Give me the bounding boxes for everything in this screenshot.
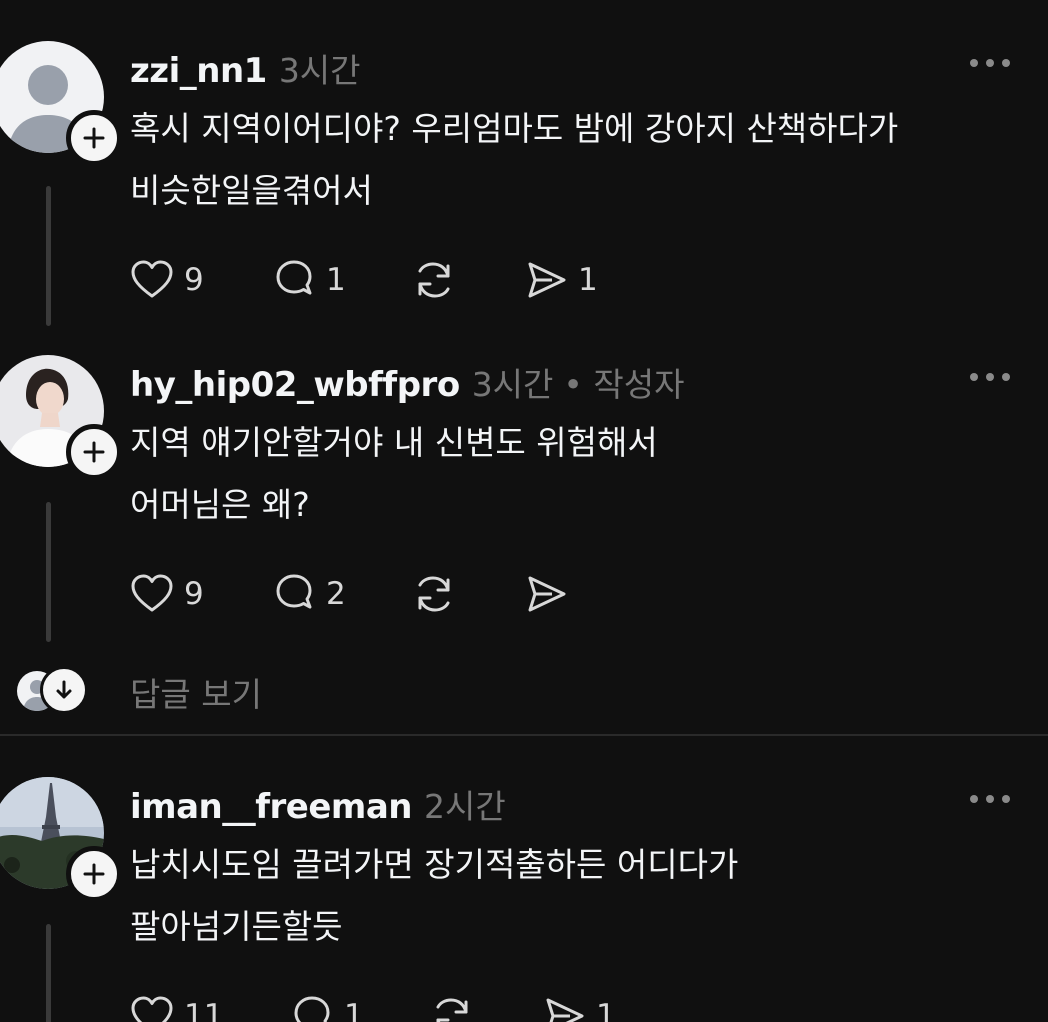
more-options-button[interactable] <box>970 57 1010 69</box>
arrow-down-icon <box>40 666 88 714</box>
thread-line <box>46 502 51 642</box>
comment-text: 납치시도임 끌려가면 장기적출하든 어디다가 팔아넘기든할듯 <box>130 834 1010 958</box>
divider <box>0 734 1048 736</box>
share-button[interactable] <box>522 570 598 618</box>
reply-count: 1 <box>326 262 346 298</box>
comment-line: 납치시도임 끌려가면 장기적출하든 어디다가 <box>130 845 739 884</box>
timestamp: 2시간 <box>424 787 506 826</box>
speech-bubble-icon <box>276 260 312 295</box>
username[interactable]: zzi_nn1 <box>130 51 267 91</box>
author-tag: • 작성자 <box>563 365 685 404</box>
view-replies-button[interactable]: 답글 보기 <box>14 664 414 714</box>
username[interactable]: iman__freeman <box>130 787 413 827</box>
repost-icon <box>436 998 468 1022</box>
action-bar: 9 1 1 <box>128 256 598 304</box>
comment-header: zzi_nn1 3시간 <box>130 44 361 92</box>
share-count: 1 <box>578 262 598 298</box>
repost-button[interactable] <box>410 256 522 304</box>
follow-button[interactable] <box>66 110 122 166</box>
dot-icon <box>970 59 978 67</box>
action-bar: 11 1 1 <box>128 992 616 1022</box>
heart-icon <box>131 260 173 298</box>
plus-icon <box>83 863 105 885</box>
dot-icon <box>1002 59 1010 67</box>
reply-button[interactable]: 1 <box>270 256 410 304</box>
comment-line: 지역 얘기안할거야 내 신변도 위험해서 <box>130 423 658 462</box>
action-bar: 9 2 <box>128 570 598 618</box>
like-button[interactable]: 9 <box>128 570 270 618</box>
dot-icon <box>1002 373 1010 381</box>
speech-bubble-icon <box>276 574 312 609</box>
reply-avatars <box>14 666 88 714</box>
repost-icon <box>418 576 450 612</box>
send-icon <box>528 576 566 612</box>
comment-header: iman__freeman 2시간 <box>130 780 506 828</box>
timestamp: 3시간 <box>278 51 361 90</box>
heart-icon <box>131 574 173 612</box>
more-options-button[interactable] <box>970 793 1010 805</box>
like-button[interactable]: 11 <box>128 992 288 1022</box>
dot-icon <box>970 373 978 381</box>
username[interactable]: hy_hip02_wbffpro <box>130 365 460 405</box>
timestamp: 3시간 <box>471 365 554 404</box>
dot-icon <box>986 59 994 67</box>
repost-button[interactable] <box>428 992 540 1022</box>
comment-line: 혹시 지역이어디야? 우리엄마도 밤에 강아지 산책하다가 <box>130 109 899 148</box>
comment-line: 팔아넘기든할듯 <box>130 907 343 946</box>
plus-icon <box>83 441 105 463</box>
dot-icon <box>1002 795 1010 803</box>
follow-button[interactable] <box>66 846 122 902</box>
comment-line: 어머님은 왜? <box>130 485 310 524</box>
more-options-button[interactable] <box>970 371 1010 383</box>
heart-icon <box>131 996 173 1022</box>
comment-thread-page: zzi_nn1 3시간 혹시 지역이어디야? 우리엄마도 밤에 강아지 산책하다… <box>0 0 1048 1022</box>
comment-line: 비슷한일을겪어서 <box>130 171 373 210</box>
share-button[interactable]: 1 <box>522 256 598 304</box>
view-replies-label: 답글 보기 <box>130 675 262 714</box>
thread-line <box>46 186 51 326</box>
comment-text: 혹시 지역이어디야? 우리엄마도 밤에 강아지 산책하다가 비슷한일을겪어서 <box>130 98 1010 222</box>
send-icon <box>528 262 566 298</box>
speech-bubble-icon <box>294 996 330 1022</box>
send-icon <box>546 998 584 1022</box>
dot-icon <box>986 795 994 803</box>
reply-button[interactable]: 1 <box>288 992 428 1022</box>
repost-button[interactable] <box>410 570 522 618</box>
repost-icon <box>418 262 450 298</box>
follow-button[interactable] <box>66 424 122 480</box>
comment-text: 지역 얘기안할거야 내 신변도 위험해서 어머님은 왜? <box>130 412 1010 536</box>
like-count: 9 <box>184 262 204 298</box>
comment-header: hy_hip02_wbffpro 3시간 • 작성자 <box>130 358 684 406</box>
reply-button[interactable]: 2 <box>270 570 410 618</box>
like-button[interactable]: 9 <box>128 256 270 304</box>
dot-icon <box>986 373 994 381</box>
reply-count: 2 <box>326 576 346 612</box>
like-count: 9 <box>184 576 204 612</box>
thread-line <box>46 924 51 1022</box>
share-count: 1 <box>596 998 616 1022</box>
dot-icon <box>970 795 978 803</box>
share-button[interactable]: 1 <box>540 992 616 1022</box>
plus-icon <box>83 127 105 149</box>
like-count: 11 <box>184 998 224 1022</box>
reply-count: 1 <box>344 998 364 1022</box>
